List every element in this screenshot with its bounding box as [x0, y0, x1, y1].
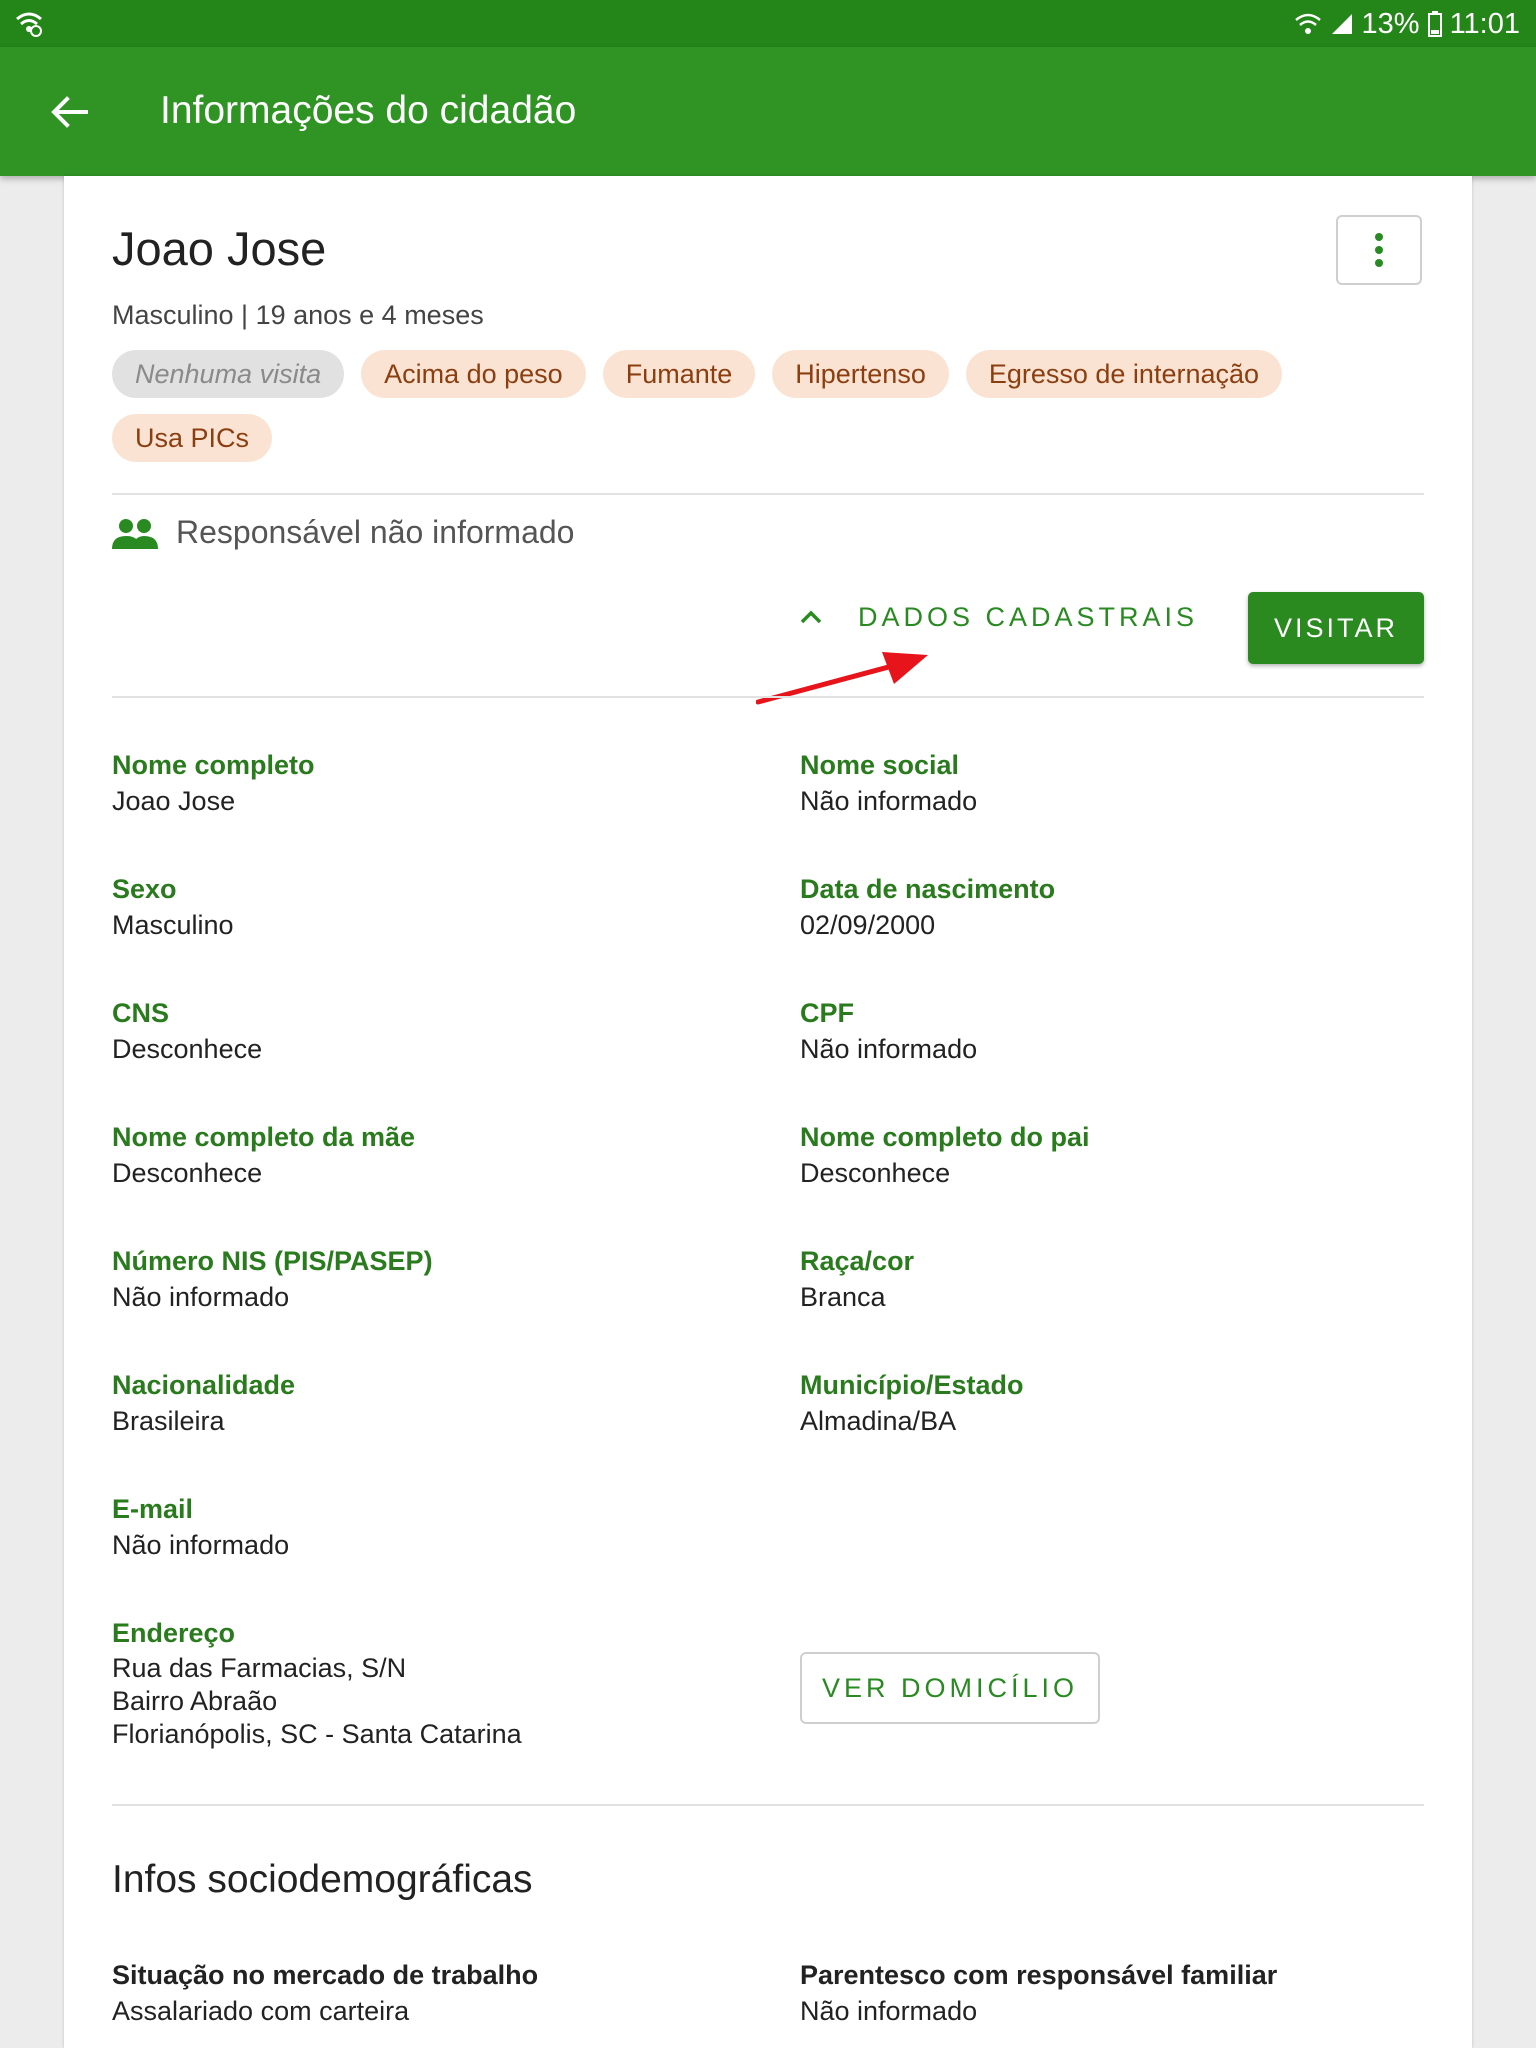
battery-icon	[1427, 11, 1442, 37]
field-nome-pai: Nome completo do pai Desconhece	[800, 1118, 1400, 1190]
field-label: Endereço	[112, 1618, 236, 1648]
responsible-row: Responsável não informado	[112, 514, 574, 551]
citizen-subinfo: Masculino | 19 anos e 4 meses	[112, 300, 484, 330]
field-value: 02/09/2000	[800, 910, 936, 940]
field-value: Não informado	[800, 1034, 978, 1064]
responsible-text: Responsável não informado	[176, 514, 575, 550]
address-line: Bairro Abraão	[112, 1686, 278, 1716]
ver-domicilio-button[interactable]: VER DOMICÍLIO	[800, 1652, 1100, 1724]
chevron-up-icon	[800, 610, 822, 624]
field-value: Não informado	[112, 1530, 290, 1560]
field-endereco: Endereço Rua das Farmacias, S/N Bairro A…	[112, 1614, 712, 1751]
field-cns: CNS Desconhece	[112, 994, 712, 1066]
field-label: CNS	[112, 998, 170, 1028]
tag-chip: Usa PICs	[112, 414, 273, 462]
field-label: Parentesco com responsável familiar	[800, 1960, 1278, 1990]
field-label: Raça/cor	[800, 1246, 915, 1276]
section-title-sociodemografico: Infos sociodemográficas	[112, 1858, 533, 1901]
tag-chip: Nenhuma visita	[112, 350, 345, 398]
tag-chip: Hipertenso	[772, 350, 949, 398]
field-value: Não informado	[800, 786, 978, 816]
field-value: Brasileira	[112, 1406, 225, 1436]
field-situacao-trabalho: Situação no mercado de trabalho Assalari…	[112, 1956, 712, 2028]
field-value: Masculino	[112, 910, 234, 940]
field-label: Data de nascimento	[800, 874, 1056, 904]
field-label: Município/Estado	[800, 1370, 1024, 1400]
wifi-icon	[1294, 13, 1321, 34]
field-email: E-mail Não informado	[112, 1490, 712, 1562]
field-cpf: CPF Não informado	[800, 994, 1400, 1066]
address-line: Rua das Farmacias, S/N	[112, 1653, 407, 1683]
field-nome-mae: Nome completo da mãe Desconhece	[112, 1118, 712, 1190]
field-label: E-mail	[112, 1494, 194, 1524]
field-value: Branca	[800, 1282, 886, 1312]
tag-chip: Fumante	[602, 350, 756, 398]
divider	[112, 1804, 1424, 1806]
field-parentesco: Parentesco com responsável familiar Não …	[800, 1956, 1400, 2028]
more-options-button[interactable]	[1336, 215, 1422, 285]
page-title: Informações do cidadão	[160, 89, 577, 132]
citizen-name: Joao Jose	[112, 222, 327, 275]
field-value: Não informado	[800, 1996, 978, 2026]
field-data-nascimento: Data de nascimento 02/09/2000	[800, 870, 1400, 942]
field-value: Desconhece	[800, 1158, 951, 1188]
field-label: Nome completo da mãe	[112, 1122, 416, 1152]
field-nacionalidade: Nacionalidade Brasileira	[112, 1366, 712, 1438]
arrow-back-icon	[51, 96, 88, 128]
address-line: Florianópolis, SC - Santa Catarina	[112, 1719, 522, 1749]
field-label: Nome completo do pai	[800, 1122, 1090, 1152]
divider	[112, 696, 1424, 698]
wifi-calling-icon	[16, 12, 42, 37]
field-value: Não informado	[112, 1282, 290, 1312]
field-nome-completo: Nome completo Joao Jose	[112, 746, 712, 818]
clock: 11:01	[1449, 7, 1520, 40]
field-value: Assalariado com carteira	[112, 1996, 410, 2026]
signal-icon	[1331, 14, 1352, 34]
field-label: Nacionalidade	[112, 1370, 296, 1400]
tag-chip: Acima do peso	[361, 350, 586, 398]
people-icon	[112, 518, 158, 549]
field-value: Almadina/BA	[800, 1406, 957, 1436]
dados-cadastrais-toggle[interactable]: DADOS CADASTRAIS	[800, 589, 1198, 645]
field-label: Número NIS (PIS/PASEP)	[112, 1246, 433, 1276]
field-value: Desconhece	[112, 1158, 263, 1188]
field-label: Nome completo	[112, 750, 315, 780]
tag-list: Nenhuma visita Acima do peso Fumante Hip…	[112, 350, 1424, 462]
field-label: CPF	[800, 998, 854, 1028]
status-bar: 13% 11:01	[0, 0, 1536, 47]
more-vert-icon	[1375, 233, 1383, 267]
field-value: Desconhece	[112, 1034, 263, 1064]
visit-button[interactable]: VISITAR	[1248, 592, 1424, 664]
tag-chip: Egresso de internação	[965, 350, 1283, 398]
field-municipio: Município/Estado Almadina/BA	[800, 1366, 1400, 1438]
back-button[interactable]	[44, 87, 94, 137]
battery-percent: 13%	[1361, 7, 1420, 40]
field-raca-cor: Raça/cor Branca	[800, 1242, 1400, 1314]
divider	[112, 493, 1424, 495]
field-sexo: Sexo Masculino	[112, 870, 712, 942]
app-bar: Informações do cidadão	[0, 47, 1536, 176]
dados-cadastrais-label: DADOS CADASTRAIS	[858, 601, 1199, 632]
citizen-card: Joao Jose Masculino | 19 anos e 4 meses …	[64, 176, 1472, 2048]
field-nome-social: Nome social Não informado	[800, 746, 1400, 818]
field-nis: Número NIS (PIS/PASEP) Não informado	[112, 1242, 712, 1314]
field-label: Sexo	[112, 874, 177, 904]
field-label: Nome social	[800, 750, 960, 780]
field-label: Situação no mercado de trabalho	[112, 1960, 539, 1990]
field-value: Joao Jose	[112, 786, 236, 816]
